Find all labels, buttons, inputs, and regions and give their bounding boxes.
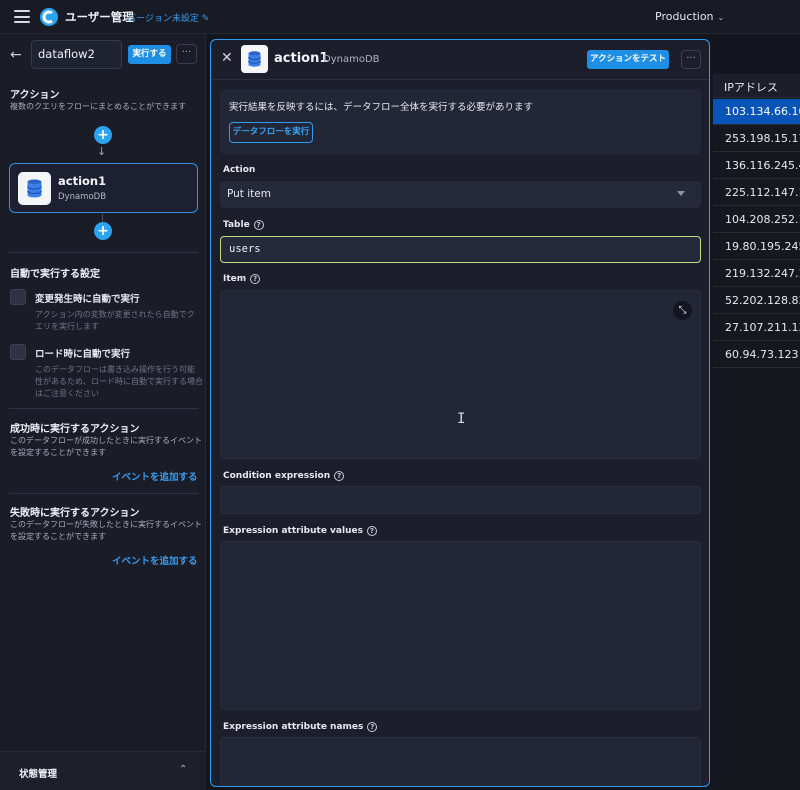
failure-desc: このデータフローが失敗したときに実行するイベント を設定することができます — [10, 520, 202, 541]
help-icon[interactable]: ? — [250, 274, 261, 284]
app-logo-icon — [40, 8, 58, 26]
divider — [211, 79, 709, 80]
table-input[interactable]: users — [220, 236, 701, 263]
table-row[interactable]: 225.112.147.1 — [713, 180, 800, 206]
panel-subtitle: DynamoDB — [323, 54, 380, 65]
failure-add-event-link[interactable]: イベントを追加する — [112, 553, 198, 567]
app-title: ユーザー管理 — [65, 10, 134, 24]
state-management-bar[interactable]: 状態管理 ⌃ — [0, 751, 206, 790]
add-action-bottom-button[interactable]: + — [94, 222, 112, 240]
divider — [9, 408, 198, 409]
caret-down-icon — [677, 191, 685, 196]
notice-message: 実行結果を反映するには、データフロー全体を実行する必要があります — [229, 102, 534, 113]
panel-more-button[interactable]: ··· — [681, 50, 701, 69]
ip-table: IPアドレス 103.134.66.10 253.198.15.17 136.1… — [713, 74, 800, 790]
close-icon[interactable]: ✕ — [221, 50, 233, 66]
action-card-name: action1 — [58, 174, 107, 188]
top-bar: ユーザー管理 バージョン未設定 ✎ Production ⌄ — [0, 0, 800, 34]
success-title: 成功時に実行するアクション — [10, 424, 140, 435]
help-icon[interactable]: ? — [366, 526, 377, 536]
notice-box: 実行結果を反映するには、データフロー全体を実行する必要があります データフローを… — [220, 89, 701, 154]
run-button[interactable]: 実行する — [128, 45, 171, 64]
text-cursor-icon: I — [457, 411, 466, 427]
edit-icon: ✎ — [201, 14, 210, 24]
dynamodb-icon — [241, 45, 268, 73]
table-row[interactable]: 219.132.247.1 — [713, 261, 800, 287]
actions-title: アクション — [10, 90, 60, 101]
table-row[interactable]: 253.198.15.17 — [713, 126, 800, 152]
attr-values-editor[interactable] — [220, 541, 701, 710]
failure-title: 失敗時に実行するアクション — [10, 508, 140, 519]
success-add-event-link[interactable]: イベントを追加する — [112, 469, 198, 483]
auto-run-title: 自動で実行する設定 — [10, 269, 100, 280]
action-card-type: DynamoDB — [58, 192, 107, 202]
table-row[interactable]: 27.107.211.13 — [713, 315, 800, 341]
back-arrow-icon[interactable]: ← — [10, 47, 22, 63]
more-options-button[interactable]: ··· — [176, 44, 197, 64]
divider — [9, 252, 198, 253]
version-link[interactable]: バージョン未設定 ✎ — [127, 11, 209, 24]
table-row[interactable]: 60.94.73.123 — [713, 342, 800, 368]
help-icon[interactable]: ? — [253, 220, 264, 230]
attr-values-field-label: Expression attribute values? — [223, 526, 377, 536]
condition-expression-input[interactable] — [220, 486, 701, 514]
help-icon[interactable]: ? — [334, 471, 345, 481]
success-desc: このデータフローが成功したときに実行するイベント を設定することができます — [10, 436, 202, 457]
state-management-label: 状態管理 — [19, 769, 58, 780]
arrow-down-icon: ↓ — [97, 145, 107, 158]
panel-title: action1 — [274, 51, 329, 66]
item-field-label: Item? — [223, 274, 261, 284]
expand-icon[interactable]: ⤡ — [673, 301, 692, 320]
actions-desc: 複数のクエリをフローにまとめることができます — [10, 102, 186, 111]
table-row[interactable]: 103.134.66.10 — [713, 99, 800, 125]
action-editor-panel: ✕ action1 DynamoDB アクションをテスト ··· 実行結果を反映… — [210, 39, 710, 787]
condition-field-label: Condition expression? — [223, 471, 345, 481]
table-row[interactable]: 52.202.128.83 — [713, 288, 800, 314]
auto-on-load-label: ロード時に自動で実行 — [35, 349, 131, 360]
ip-column-header[interactable]: IPアドレス — [713, 74, 800, 98]
table-row[interactable]: 19.80.195.245 — [713, 234, 800, 260]
help-icon[interactable]: ? — [367, 722, 378, 732]
dataflow-name-input[interactable]: dataflow2 — [31, 40, 122, 69]
attr-names-field-label: Expression attribute names? — [223, 722, 378, 732]
auto-on-load-checkbox[interactable] — [10, 344, 26, 360]
action-card[interactable]: action1 DynamoDB — [9, 163, 198, 213]
auto-on-change-label: 変更発生時に自動で実行 — [35, 294, 140, 305]
environment-select[interactable]: Production ⌄ — [655, 10, 724, 23]
table-row[interactable]: 136.116.245.4 — [713, 153, 800, 179]
divider — [9, 493, 198, 494]
auto-on-load-desc: このデータフローは書き込み操作を行う可能 性があるため、ロード時に自動で実行する… — [35, 365, 203, 398]
dynamodb-icon — [18, 172, 51, 205]
attr-names-editor[interactable] — [220, 737, 701, 786]
table-field-label: Table? — [223, 220, 264, 230]
add-action-top-button[interactable]: + — [94, 126, 112, 144]
item-editor[interactable]: ⤡ I — [220, 290, 701, 459]
sidebar: ← dataflow2 実行する ··· アクション 複数のクエリをフローにまと… — [0, 34, 206, 790]
test-action-button[interactable]: アクションをテスト — [587, 50, 669, 69]
run-dataflow-button[interactable]: データフローを実行 — [229, 122, 313, 143]
chevron-down-icon: ⌄ — [717, 13, 725, 22]
auto-on-change-desc: アクション内の変数が変更されたら自動でク エリを実行します — [35, 310, 195, 331]
menu-icon[interactable] — [14, 10, 30, 23]
chevron-up-icon: ⌃ — [179, 764, 188, 775]
table-row[interactable]: 104.208.252.1 — [713, 207, 800, 233]
auto-on-change-checkbox[interactable] — [10, 289, 26, 305]
action-field-label: Action — [223, 165, 256, 175]
action-select[interactable]: Put item — [220, 181, 701, 208]
